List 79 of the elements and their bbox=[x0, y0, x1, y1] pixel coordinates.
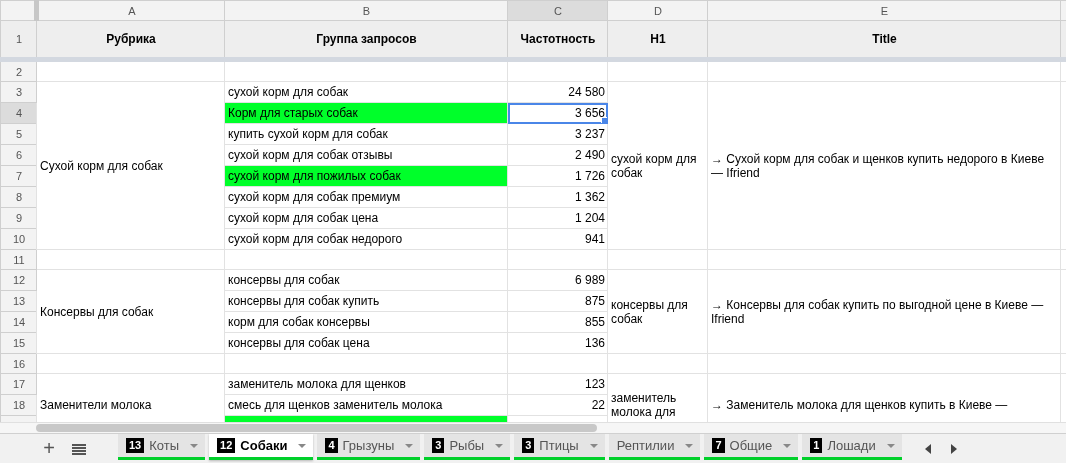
sheet-tab[interactable]: 12 Собаки bbox=[209, 434, 314, 460]
row-number[interactable]: 12 bbox=[0, 269, 37, 291]
row-number[interactable]: 17 bbox=[0, 373, 37, 395]
row-number[interactable]: 7 bbox=[0, 165, 37, 187]
header-cell: Title bbox=[707, 20, 1061, 60]
count-badge: 4 bbox=[325, 438, 338, 453]
count-badge: 3 bbox=[432, 438, 445, 453]
column-header[interactable]: E bbox=[707, 0, 1061, 21]
table-cell: смесь для щенков заменитель молока bbox=[224, 394, 508, 416]
count-badge: 3 bbox=[522, 438, 535, 453]
table-cell: сухой корм для собак bbox=[224, 81, 508, 103]
scroll-right-icon[interactable] bbox=[949, 444, 958, 454]
table-cell: 3 656 bbox=[507, 102, 608, 124]
table-cell: корм для собак консервы bbox=[224, 311, 508, 333]
table-cell: → Сухой корм для собак и щенков купить недорого в Киеве — Ifriend bbox=[707, 81, 1061, 250]
row-number[interactable]: 5 bbox=[0, 123, 37, 145]
menu-icon[interactable] bbox=[72, 444, 86, 455]
table-cell: сухой корм для собак недорого bbox=[224, 228, 508, 250]
row-number[interactable]: 8 bbox=[0, 186, 37, 208]
table-cell: сухой корм для пожилых собак bbox=[224, 165, 508, 187]
row-number[interactable]: 14 bbox=[0, 311, 37, 333]
horizontal-scrollbar[interactable] bbox=[0, 422, 1066, 433]
table-cell: сухой корм для собак отзывы bbox=[224, 144, 508, 166]
table-cell: сухой корм для собак цена bbox=[224, 207, 508, 229]
table-cell: заменитель молока для щенков bbox=[224, 373, 508, 395]
header-cell: Группа запросов bbox=[224, 20, 508, 60]
caret-icon[interactable] bbox=[886, 443, 895, 448]
row-number[interactable]: 9 bbox=[0, 207, 37, 229]
header-cell: Частотность bbox=[507, 20, 608, 60]
count-badge: 12 bbox=[217, 438, 236, 453]
row-number[interactable]: 18 bbox=[0, 394, 37, 416]
row-number[interactable]: 11 bbox=[0, 249, 37, 270]
caret-icon[interactable] bbox=[298, 443, 307, 448]
row-number[interactable]: 16 bbox=[0, 353, 37, 374]
fill-handle[interactable] bbox=[601, 117, 607, 123]
table-cell: Корм для старых собак bbox=[224, 102, 508, 124]
table-cell: 123 bbox=[507, 373, 608, 395]
header-cell: Рубрика bbox=[36, 20, 225, 60]
row-number[interactable]: 1 bbox=[0, 20, 37, 60]
table-cell: консервы для собак купить bbox=[224, 290, 508, 312]
header-cell: H1 bbox=[607, 20, 708, 60]
caret-icon[interactable] bbox=[190, 443, 199, 448]
row-number[interactable]: 13 bbox=[0, 290, 37, 312]
table-cell: 6 989 bbox=[507, 269, 608, 291]
column-header[interactable]: A bbox=[36, 0, 225, 21]
sheet-tab[interactable]: 4 Грызуны bbox=[317, 434, 421, 460]
row-number[interactable]: 4 bbox=[0, 102, 37, 124]
table-cell: купить сухой корм для собак bbox=[224, 123, 508, 145]
caret-icon[interactable] bbox=[783, 443, 792, 448]
table-cell: 24 580 bbox=[507, 81, 608, 103]
table-cell: → Консервы для собак купить по выгодной цене в Киеве — Ifriend bbox=[707, 269, 1061, 354]
row-number[interactable]: 15 bbox=[0, 332, 37, 354]
sheet-tab[interactable]: 3 Рыбы bbox=[424, 434, 511, 460]
count-badge: 13 bbox=[126, 438, 145, 453]
table-cell: консервы для собак цена bbox=[224, 332, 508, 354]
row-number[interactable]: 10 bbox=[0, 228, 37, 250]
caret-icon[interactable] bbox=[495, 443, 504, 448]
caret-icon[interactable] bbox=[685, 443, 694, 448]
column-header[interactable]: D bbox=[607, 0, 708, 21]
add-sheet-button[interactable]: + bbox=[38, 437, 60, 459]
count-badge: 7 bbox=[712, 438, 725, 453]
table-cell: консервы для собак bbox=[224, 269, 508, 291]
sheet-tab[interactable]: 1 Лошади bbox=[802, 434, 902, 460]
sheet-tab[interactable]: 7 Общие bbox=[704, 434, 799, 460]
sheet-tab[interactable]: 13 Коты bbox=[118, 434, 206, 460]
scrollbar-thumb[interactable] bbox=[36, 424, 597, 432]
column-header[interactable]: B bbox=[224, 0, 508, 21]
caret-icon[interactable] bbox=[405, 443, 414, 448]
scroll-left-icon[interactable] bbox=[923, 444, 932, 454]
column-header[interactable]: C bbox=[507, 0, 608, 21]
count-badge: 1 bbox=[810, 438, 823, 453]
sheet-tab[interactable]: 3 Птицы bbox=[514, 434, 605, 460]
table-cell: сухой корм для собак bbox=[607, 81, 708, 250]
row-number[interactable]: 6 bbox=[0, 144, 37, 166]
sheet-tab[interactable]: Рептилии bbox=[608, 434, 701, 460]
table-cell: консервы для собак bbox=[607, 269, 708, 354]
row-number[interactable]: 3 bbox=[0, 81, 37, 103]
table-cell: сухой корм для собак премиум bbox=[224, 186, 508, 208]
caret-icon[interactable] bbox=[589, 443, 598, 448]
